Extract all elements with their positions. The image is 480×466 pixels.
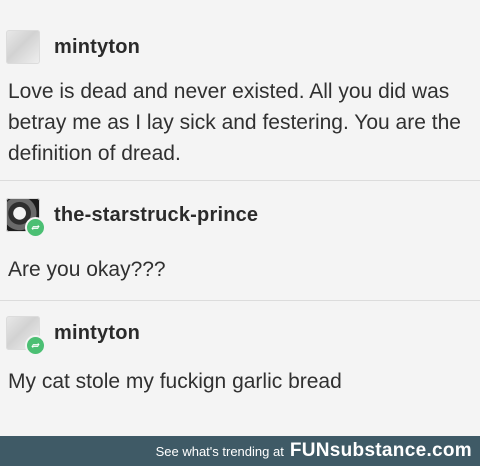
divider xyxy=(0,180,480,181)
watermark-bar: See what's trending at FUNsubstance.com xyxy=(0,436,480,466)
username[interactable]: mintyton xyxy=(54,36,140,59)
post-header: mintyton xyxy=(6,30,140,64)
post-text: Are you okay??? xyxy=(8,258,166,281)
reblog-icon xyxy=(25,217,46,238)
footer-brand-logo[interactable]: FUNsubstance.com xyxy=(290,440,472,462)
post-header: mintyton xyxy=(6,316,140,356)
divider xyxy=(0,300,480,301)
avatar[interactable] xyxy=(6,30,40,64)
avatar[interactable] xyxy=(6,316,46,356)
post-header: the-starstruck-prince xyxy=(6,198,258,238)
avatar[interactable] xyxy=(6,198,46,238)
username[interactable]: the-starstruck-prince xyxy=(54,204,258,227)
post-text: My cat stole my fuckign garlic bread xyxy=(8,370,342,393)
username[interactable]: mintyton xyxy=(54,322,140,345)
post-text: Love is dead and never existed. All you … xyxy=(8,80,461,165)
footer-tagline: See what's trending at xyxy=(155,443,284,459)
reblog-icon xyxy=(25,335,46,356)
